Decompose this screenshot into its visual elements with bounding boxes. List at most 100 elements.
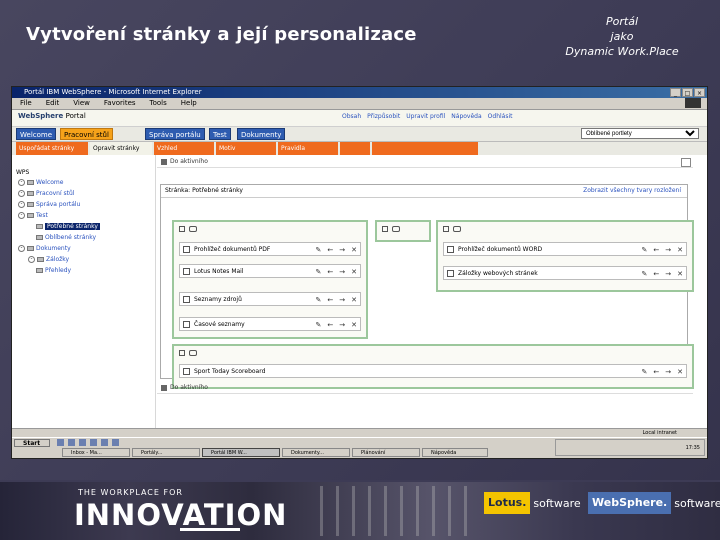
add-portlet-icon[interactable]: [179, 350, 185, 356]
tree-node-test[interactable]: - Test: [18, 212, 48, 219]
move-right-icon[interactable]: →: [665, 267, 671, 279]
move-left-icon[interactable]: ←: [327, 293, 333, 305]
taskbar-button[interactable]: Inbox - Ma...: [62, 448, 130, 457]
arrange-icon[interactable]: [189, 226, 197, 232]
link-customize[interactable]: Přizpůsobit: [367, 113, 400, 120]
taskbar-button[interactable]: Plánování: [352, 448, 420, 457]
edit-icon[interactable]: ✎: [316, 318, 322, 330]
edit-icon[interactable]: ✎: [642, 365, 648, 377]
menu-file[interactable]: File: [20, 98, 32, 109]
link-help[interactable]: Nápověda: [451, 113, 481, 120]
tree-node-documents[interactable]: - Dokumenty: [18, 245, 71, 252]
portlet-resource-lists[interactable]: Seznamy zdrojů ✎ ← → ✕: [179, 292, 361, 306]
remove-icon[interactable]: ✕: [351, 318, 357, 330]
move-left-icon[interactable]: ←: [653, 267, 659, 279]
scroll-up-icon[interactable]: [681, 158, 691, 167]
edit-top-bar-label[interactable]: Do aktivního: [170, 158, 208, 165]
taskbar-button-active[interactable]: Portál IBM W...: [202, 448, 280, 457]
portlet-checkbox[interactable]: [183, 321, 190, 328]
portlet-checkbox[interactable]: [447, 246, 454, 253]
edit-icon[interactable]: ✎: [642, 243, 648, 255]
expand-icon[interactable]: -: [18, 212, 25, 219]
menu-help[interactable]: Help: [181, 98, 197, 109]
activate-icon[interactable]: [161, 384, 167, 391]
move-left-icon[interactable]: ←: [653, 243, 659, 255]
add-portlet-icon[interactable]: [382, 226, 388, 232]
tab-workdesk[interactable]: Pracovní stůl: [60, 128, 113, 140]
edit-icon[interactable]: ✎: [316, 293, 322, 305]
portlet-pdf-viewer[interactable]: Prohlížeč dokumentů PDF ✎ ← → ✕: [179, 242, 361, 256]
show-layouts-link[interactable]: Zobrazit všechny tvary rozložení: [583, 185, 681, 197]
portlet-sport-scoreboard[interactable]: Sport Today Scoreboard ✎ ← → ✕: [179, 364, 687, 378]
quicklaunch-icon[interactable]: [112, 439, 119, 446]
menu-favorites[interactable]: Favorites: [104, 98, 136, 109]
move-right-icon[interactable]: →: [665, 243, 671, 255]
link-edit-profile[interactable]: Upravit profil: [406, 113, 445, 120]
menu-edit[interactable]: Edit: [46, 98, 60, 109]
portlet-checkbox[interactable]: [183, 296, 190, 303]
tab-welcome[interactable]: Welcome: [16, 128, 57, 140]
move-left-icon[interactable]: ←: [653, 365, 659, 377]
taskbar-button[interactable]: Portály...: [132, 448, 200, 457]
quicklaunch-icon[interactable]: [57, 439, 64, 446]
maximize-icon[interactable]: □: [682, 88, 693, 97]
page-select[interactable]: Oblíbené portlety: [581, 128, 699, 139]
portlet-checkbox[interactable]: [183, 268, 190, 275]
move-left-icon[interactable]: ←: [327, 318, 333, 330]
move-right-icon[interactable]: →: [339, 265, 345, 277]
expand-icon[interactable]: -: [18, 179, 25, 186]
portlet-time-lists[interactable]: Časové seznamy ✎ ← → ✕: [179, 317, 361, 331]
tree-node-needed-pages[interactable]: Potřebné stránky: [36, 223, 100, 230]
tree-node-bookmarks[interactable]: - Záložky: [28, 256, 69, 263]
close-icon[interactable]: ×: [694, 88, 705, 97]
subtab-theme[interactable]: Motiv: [216, 142, 276, 155]
remove-icon[interactable]: ✕: [677, 267, 683, 279]
move-left-icon[interactable]: ←: [327, 243, 333, 255]
move-right-icon[interactable]: →: [665, 365, 671, 377]
move-left-icon[interactable]: ←: [327, 265, 333, 277]
activate-icon[interactable]: [161, 158, 167, 165]
quicklaunch-icon[interactable]: [90, 439, 97, 446]
subtab-extra-1[interactable]: [340, 142, 370, 155]
subtab-rules[interactable]: Pravidla: [278, 142, 338, 155]
link-logout[interactable]: Odhlásit: [488, 113, 513, 120]
quicklaunch-icon[interactable]: [101, 439, 108, 446]
add-portlet-icon[interactable]: [443, 226, 449, 232]
remove-icon[interactable]: ✕: [351, 293, 357, 305]
move-right-icon[interactable]: →: [339, 318, 345, 330]
tree-node-welcome[interactable]: - Welcome: [18, 179, 63, 186]
subtab-appearance[interactable]: Vzhled: [154, 142, 214, 155]
expand-icon[interactable]: -: [18, 201, 25, 208]
minimize-icon[interactable]: _: [670, 88, 681, 97]
edit-icon[interactable]: ✎: [316, 265, 322, 277]
tree-node-overviews[interactable]: Přehledy: [36, 267, 71, 274]
edit-bottom-bar-label[interactable]: Do aktivního: [170, 384, 208, 391]
add-portlet-icon[interactable]: [179, 226, 185, 232]
tree-node-admin[interactable]: - Správa portálu: [18, 201, 80, 208]
taskbar-button[interactable]: Dokumenty...: [282, 448, 350, 457]
move-right-icon[interactable]: →: [339, 243, 345, 255]
taskbar-button[interactable]: Nápověda: [422, 448, 488, 457]
arrange-icon[interactable]: [392, 226, 400, 232]
portlet-checkbox[interactable]: [447, 270, 454, 277]
menu-tools[interactable]: Tools: [150, 98, 167, 109]
tree-node-favorite-pages[interactable]: Oblíbené stránky: [36, 234, 96, 241]
portlet-web-bookmarks[interactable]: Záložky webových stránek ✎ ← → ✕: [443, 266, 687, 280]
expand-icon[interactable]: -: [18, 190, 25, 197]
quicklaunch-icon[interactable]: [68, 439, 75, 446]
remove-icon[interactable]: ✕: [677, 243, 683, 255]
move-right-icon[interactable]: →: [339, 293, 345, 305]
edit-icon[interactable]: ✎: [316, 243, 322, 255]
remove-icon[interactable]: ✕: [351, 243, 357, 255]
portlet-lotus-notes-mail[interactable]: Lotus Notes Mail ✎ ← → ✕: [179, 264, 361, 278]
subtab-arrange[interactable]: Uspořádat stránky: [16, 142, 88, 155]
tab-test[interactable]: Test: [209, 128, 231, 140]
arrange-icon[interactable]: [189, 350, 197, 356]
menu-view[interactable]: View: [73, 98, 90, 109]
expand-icon[interactable]: -: [18, 245, 25, 252]
arrange-icon[interactable]: [453, 226, 461, 232]
portlet-checkbox[interactable]: [183, 368, 190, 375]
start-button[interactable]: Start: [14, 439, 50, 447]
link-content[interactable]: Obsah: [342, 113, 361, 120]
tree-node-workdesk[interactable]: - Pracovní stůl: [18, 190, 75, 197]
